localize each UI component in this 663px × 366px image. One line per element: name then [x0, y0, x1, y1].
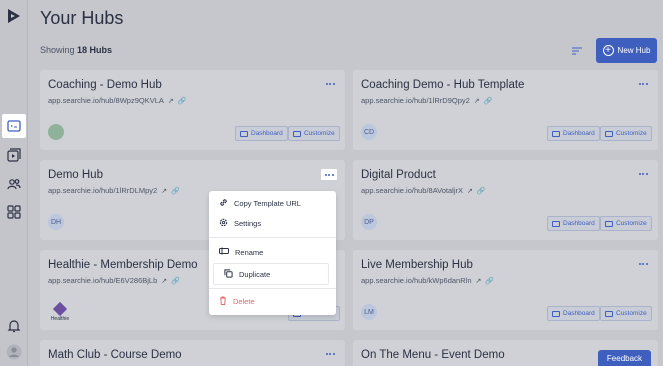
link-icon — [219, 198, 228, 209]
dashboard-button[interactable]: Dashboard — [547, 126, 600, 141]
link-icon[interactable]: 🔗 — [477, 187, 486, 195]
duplicate-icon — [224, 268, 233, 280]
hub-url: app.searchie.io/hub/kWp6danRln ↗ 🔗 — [361, 276, 495, 285]
external-link-icon[interactable]: ↗ — [476, 277, 482, 285]
more-icon[interactable] — [321, 169, 337, 180]
hub-name[interactable]: Demo Hub — [48, 169, 103, 181]
feedback-button[interactable]: Feedback — [598, 350, 651, 366]
hub-url: app.searchie.io/hub/8Wpz9QKVLA ↗ 🔗 — [48, 96, 187, 105]
link-icon[interactable]: 🔗 — [485, 277, 494, 285]
media-icon[interactable] — [2, 143, 26, 167]
customize-button[interactable]: Customize — [600, 126, 652, 141]
hub-name[interactable]: Math Club - Course Demo — [48, 349, 182, 361]
hub-name[interactable]: On The Menu - Event Demo — [361, 349, 505, 361]
apps-icon[interactable] — [2, 200, 26, 224]
menu-delete[interactable]: Delete — [209, 291, 336, 311]
customize-button[interactable]: Customize — [288, 126, 340, 141]
external-link-icon[interactable]: ↗ — [161, 277, 167, 285]
menu-copy-template-url[interactable]: Copy Template URL — [209, 193, 336, 213]
hub-name[interactable]: Live Membership Hub — [361, 259, 473, 271]
hub-url: app.searchie.io/hub/1lRrDLMpy2 ↗ 🔗 — [48, 186, 180, 195]
dashboard-button[interactable]: Dashboard — [547, 216, 600, 231]
menu-duplicate[interactable]: Duplicate — [213, 263, 329, 285]
more-icon[interactable] — [636, 260, 650, 268]
hubs-icon[interactable] — [2, 114, 26, 138]
external-link-icon[interactable]: ↗ — [467, 187, 473, 195]
external-link-icon[interactable]: ↗ — [161, 187, 167, 195]
hub-url: app.searchie.io/hub/E6V286BjLb ↗ 🔗 — [48, 276, 180, 285]
page-title: Your Hubs — [40, 8, 124, 28]
link-icon[interactable]: 🔗 — [178, 97, 187, 105]
hub-url: app.searchie.io/hub/1lRrD9Qpy2 ↗ 🔗 — [361, 96, 493, 105]
bell-icon[interactable] — [2, 314, 26, 338]
rename-icon — [219, 247, 229, 257]
more-icon[interactable] — [323, 350, 337, 358]
link-icon[interactable]: 🔗 — [171, 277, 180, 285]
healthie-logo: Healthie — [48, 301, 72, 323]
trash-icon — [219, 296, 227, 307]
hub-card[interactable]: Digital Product app.searchie.io/hub/8AVo… — [353, 160, 658, 240]
menu-rename[interactable]: Rename — [209, 242, 336, 262]
hub-card[interactable]: Coaching - Demo Hub app.searchie.io/hub/… — [40, 70, 345, 150]
hub-avatar: LM — [361, 304, 377, 320]
hub-card[interactable]: Coaching Demo - Hub Template app.searchi… — [353, 70, 658, 150]
user-icon[interactable] — [2, 340, 26, 364]
sidebar — [0, 0, 28, 366]
hub-url: app.searchie.io/hub/8AVotaljrX ↗ 🔗 — [361, 186, 486, 195]
hub-count: Showing 18 Hubs — [40, 45, 113, 55]
more-icon[interactable] — [636, 80, 650, 88]
people-icon[interactable] — [2, 172, 26, 196]
hub-avatar: DH — [48, 214, 64, 230]
dashboard-button[interactable]: Dashboard — [235, 126, 288, 141]
hub-name[interactable]: Coaching - Demo Hub — [48, 79, 162, 91]
more-icon[interactable] — [636, 170, 650, 178]
plus-icon: + — [602, 45, 614, 56]
external-link-icon[interactable]: ↗ — [474, 97, 480, 105]
hub-card[interactable]: Math Club - Course Demo — [40, 340, 345, 366]
hub-avatar: DP — [361, 214, 377, 230]
link-icon[interactable]: 🔗 — [171, 187, 180, 195]
customize-button[interactable]: Customize — [600, 216, 652, 231]
hub-avatar — [48, 124, 64, 140]
external-link-icon[interactable]: ↗ — [168, 97, 174, 105]
link-icon[interactable]: 🔗 — [484, 97, 493, 105]
hub-context-menu: Copy Template URL Settings Rename Duplic… — [209, 191, 336, 315]
hub-name[interactable]: Healthie - Membership Demo — [48, 259, 198, 271]
logo-icon[interactable] — [2, 4, 26, 28]
dashboard-button[interactable]: Dashboard — [547, 306, 600, 321]
hub-card[interactable]: Live Membership Hub app.searchie.io/hub/… — [353, 250, 658, 330]
hub-name[interactable]: Digital Product — [361, 169, 436, 181]
sort-icon[interactable] — [571, 44, 583, 56]
gear-icon — [219, 218, 228, 229]
new-hub-button[interactable]: + New Hub — [596, 38, 657, 63]
customize-button[interactable]: Customize — [600, 306, 652, 321]
more-icon[interactable] — [323, 80, 337, 88]
hub-name[interactable]: Coaching Demo - Hub Template — [361, 79, 524, 91]
hub-avatar: CD — [361, 124, 377, 140]
menu-settings[interactable]: Settings — [209, 213, 336, 233]
